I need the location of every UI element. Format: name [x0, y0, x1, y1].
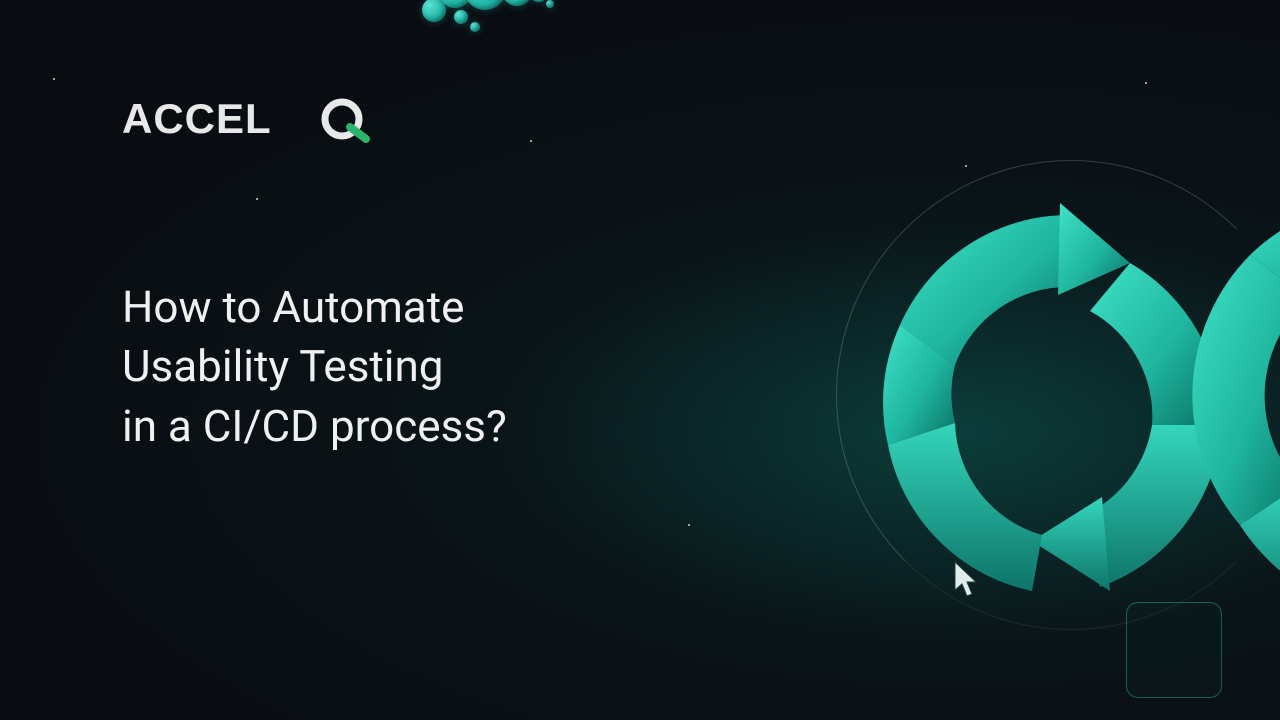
scroll-top-button[interactable] — [1126, 602, 1222, 698]
orbit-ring — [836, 160, 1280, 630]
star-dot — [53, 78, 55, 80]
accelq-logo-icon: ACCEL — [122, 95, 392, 145]
brand-logo: ACCEL — [122, 95, 392, 145]
star-dot — [530, 140, 532, 142]
star-dot — [256, 198, 258, 200]
star-dot — [1145, 82, 1147, 84]
page-headline: How to Automate Usability Testing in a C… — [122, 278, 507, 456]
star-dot — [688, 524, 690, 526]
cursor-icon — [952, 560, 980, 600]
infinity-graphic — [780, 155, 1280, 675]
bubble-cluster — [360, 0, 660, 60]
